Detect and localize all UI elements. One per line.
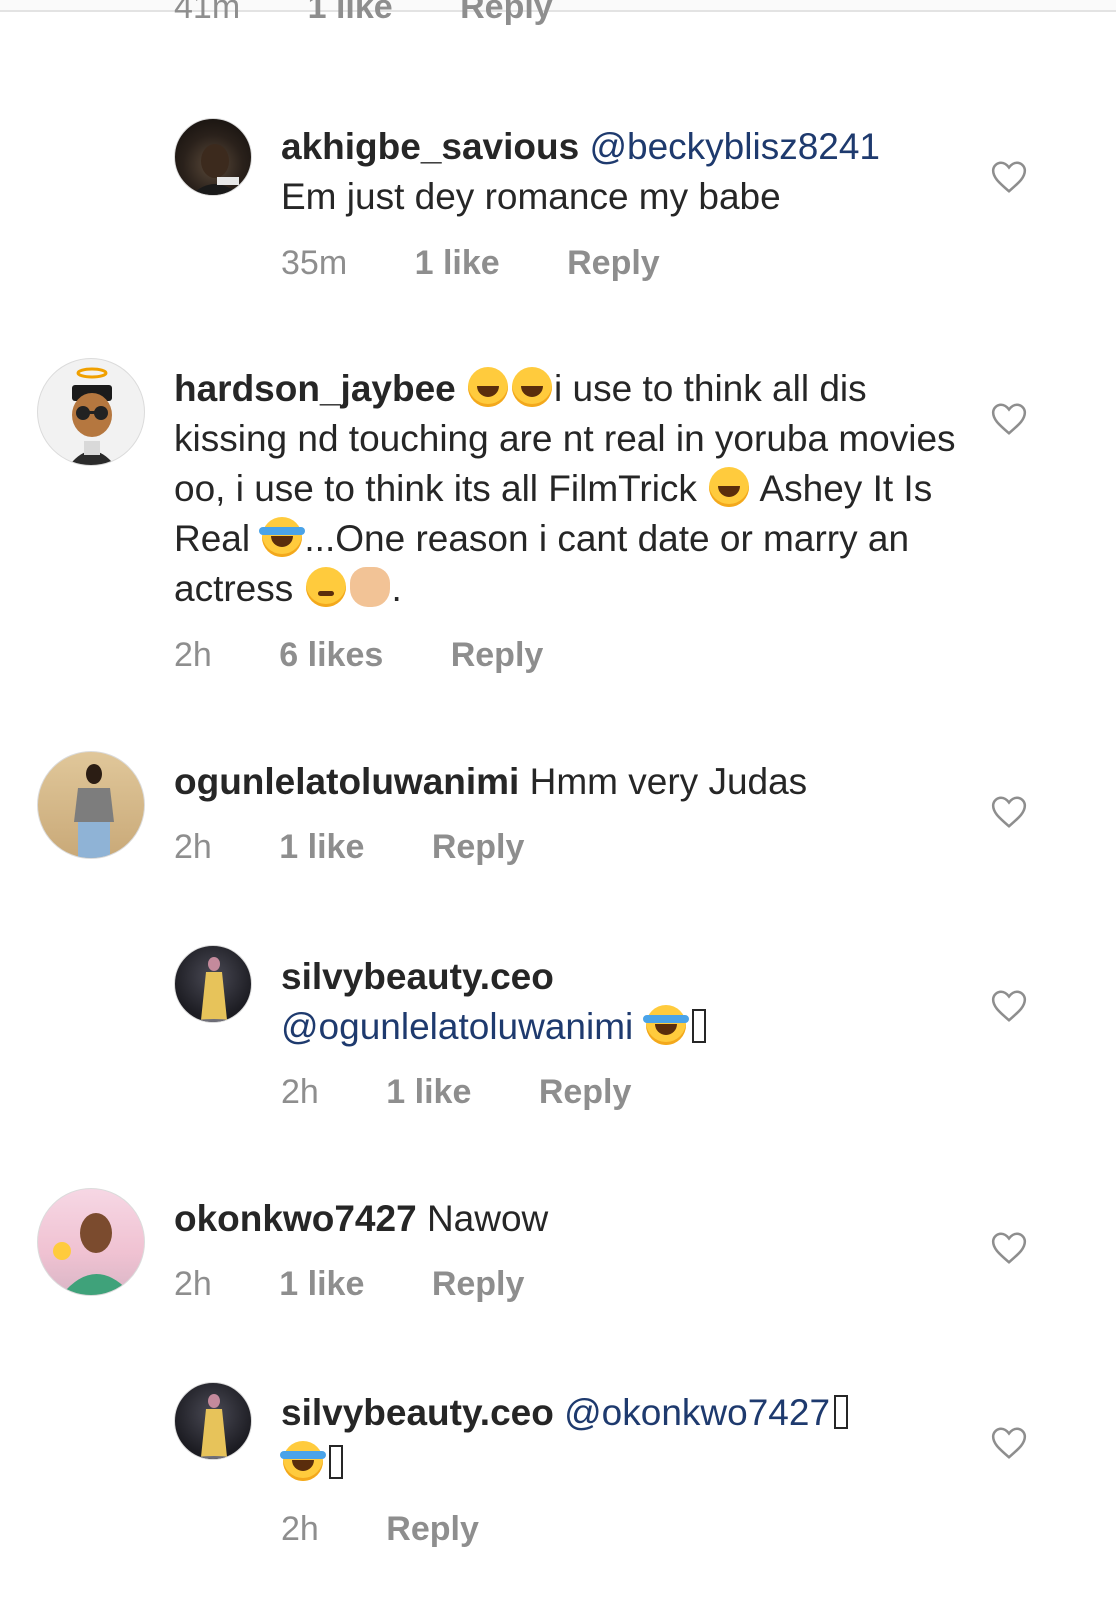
comment-username[interactable]: silvybeauty.ceo: [281, 956, 554, 997]
reply-button[interactable]: Reply: [460, 0, 553, 27]
missing-glyph-icon: [834, 1395, 849, 1429]
heart-outline-icon[interactable]: [990, 400, 1028, 438]
face-with-tears-of-joy-icon: [468, 367, 509, 407]
missing-glyph-icon: [329, 1445, 343, 1479]
comment-likes[interactable]: 1 like: [386, 1073, 471, 1112]
backhand-index-pointing-up-icon: [349, 567, 390, 607]
comment-likes[interactable]: 1 like: [279, 1265, 364, 1304]
heart-outline-icon[interactable]: [990, 1424, 1028, 1462]
comment-time: 35m: [281, 244, 348, 282]
loudly-crying-face-icon: [259, 517, 306, 557]
comment-text: Hmm very Judas: [529, 761, 808, 802]
comment-username[interactable]: ogunlelatoluwanimi: [174, 761, 519, 802]
missing-glyph-icon: [691, 1009, 706, 1043]
reply-button[interactable]: Reply: [432, 828, 525, 867]
comment-body: silvybeauty.ceo @okonkwo7427: [280, 1388, 1071, 1488]
comment-time: 2h: [174, 1265, 212, 1303]
comment-text: Em just dey romance my babe: [281, 176, 781, 217]
face-with-tears-of-joy-icon: [709, 467, 750, 507]
heart-outline-icon[interactable]: [990, 1229, 1028, 1267]
comment-text: Nawow: [426, 1198, 549, 1239]
comment-username[interactable]: silvybeauty.ceo: [281, 1392, 554, 1433]
comment-time: 2h: [281, 1510, 319, 1548]
comment-body: ogunlelatoluwanimi Hmm very Judas: [174, 757, 964, 807]
avatar[interactable]: [174, 1382, 252, 1460]
comment-body: silvybeauty.ceo @ogunlelatoluwanimi: [281, 952, 1071, 1052]
avatar[interactable]: [174, 945, 252, 1023]
comment-meta-partial: 41m 1 like Reply: [174, 0, 553, 27]
reply-button[interactable]: Reply: [539, 1073, 632, 1112]
avatar[interactable]: [174, 118, 252, 196]
comment-meta: 35m 1 like Reply: [281, 244, 660, 283]
comment-likes[interactable]: 1 like: [415, 244, 500, 283]
reply-button[interactable]: Reply: [451, 636, 544, 675]
reply-button[interactable]: Reply: [432, 1265, 525, 1304]
mention-link[interactable]: @ogunlelatoluwanimi: [281, 1006, 633, 1047]
comment-meta: 2h 1 like Reply: [174, 1265, 524, 1304]
comment-time: 2h: [174, 828, 212, 866]
loudly-crying-face-icon: [642, 1005, 689, 1045]
comment-likes[interactable]: 6 likes: [279, 636, 383, 675]
comment-meta: 2h 6 likes Reply: [174, 636, 543, 675]
heart-outline-icon[interactable]: [990, 158, 1028, 196]
heart-outline-icon[interactable]: [990, 793, 1028, 831]
comment-time: 2h: [281, 1073, 319, 1111]
comment-username[interactable]: akhigbe_savious: [281, 126, 579, 167]
comment-likes[interactable]: 1 like: [279, 828, 364, 867]
comment-likes[interactable]: 1 like: [308, 0, 393, 27]
persevering-face-icon: [305, 567, 346, 607]
comment-meta: 2h 1 like Reply: [174, 828, 524, 867]
comment-time: 41m: [174, 0, 241, 26]
reply-button[interactable]: Reply: [567, 244, 660, 283]
top-divider: [0, 0, 1116, 12]
reply-button[interactable]: Reply: [386, 1510, 479, 1549]
avatar[interactable]: [37, 1188, 145, 1296]
heart-outline-icon[interactable]: [990, 987, 1028, 1025]
comment-meta: 2h 1 like Reply: [281, 1073, 631, 1112]
avatar[interactable]: [37, 358, 145, 466]
avatar[interactable]: [37, 751, 145, 859]
mention-link[interactable]: @okonkwo7427: [564, 1392, 830, 1433]
mention-link[interactable]: @beckyblisz8241: [589, 126, 880, 167]
comment-body: hardson_jaybee i use to think all dis ki…: [174, 364, 964, 614]
comment-username[interactable]: okonkwo7427: [174, 1198, 417, 1239]
face-with-tears-of-joy-icon: [512, 367, 553, 407]
comment-meta: 2h Reply: [281, 1510, 479, 1549]
loudly-crying-face-icon: [280, 1441, 326, 1481]
comment-text: .: [391, 568, 402, 609]
comment-body: akhigbe_savious @beckyblisz8241 Em just …: [281, 122, 1071, 222]
comment-username[interactable]: hardson_jaybee: [174, 368, 456, 409]
comment-body: okonkwo7427 Nawow: [174, 1194, 964, 1244]
comment-time: 2h: [174, 636, 212, 674]
